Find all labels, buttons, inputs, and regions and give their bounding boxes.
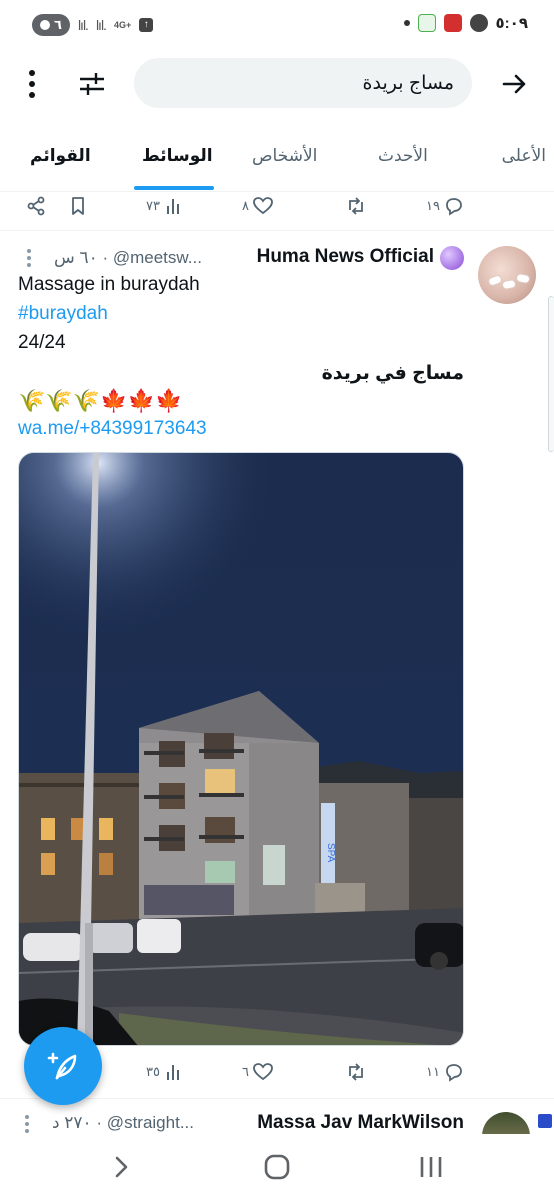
status-bar: ٦ lıl. lıl. 4G+ ↑ ٥:٠٩	[0, 0, 554, 52]
tab-top[interactable]: الأعلى	[502, 146, 546, 166]
previous-tweet-actions: ٧٣ ٨ ١٩	[0, 192, 554, 224]
tweet-emoji-line: 🌾🌾🌾🍁🍁🍁	[18, 388, 183, 413]
views-icon	[166, 199, 179, 214]
retweet-icon	[349, 1063, 363, 1081]
tweet-header: ٢٧٠ د · @straight... Massa Jav MarkWilso…	[18, 1110, 538, 1136]
avatar[interactable]	[478, 246, 536, 304]
tweet-handle-time: ٢٧٠ د · @straight...	[52, 1113, 194, 1132]
active-tab-indicator	[134, 186, 214, 190]
heart-icon	[253, 197, 273, 215]
tweet-text-line: 24/24	[18, 332, 66, 353]
share-button[interactable]	[26, 196, 46, 216]
tweet-arabic-text: مساج في بريدة	[321, 363, 464, 384]
replies-count: ١٩	[426, 198, 440, 213]
likes-count: ٨	[242, 198, 249, 213]
share-icon	[27, 196, 45, 216]
upload-icon: ↑	[139, 18, 154, 32]
status-right: ٥:٠٩	[403, 14, 528, 32]
views-button[interactable]: ٣٥	[146, 1062, 184, 1082]
messenger-icon	[469, 14, 488, 32]
replies-count: ١١	[426, 1064, 440, 1079]
reply-icon	[446, 1064, 462, 1082]
tweet-handle-time: ٦٠ س · @meetsw...	[54, 248, 202, 267]
verified-badge-icon	[440, 246, 464, 270]
tweet-text-line: Massage in buraydah	[18, 274, 200, 295]
views-icon	[166, 1065, 179, 1080]
home-nav-icon[interactable]	[260, 1150, 294, 1184]
like-button[interactable]: ٨	[242, 196, 273, 216]
system-nav-bar	[0, 1134, 554, 1200]
bookmark-icon	[72, 197, 84, 215]
likes-count: ٦	[242, 1064, 249, 1079]
tab-latest[interactable]: الأحدث	[378, 146, 428, 166]
signal-icon: lıl.	[77, 17, 89, 33]
network-type: 4G+	[113, 19, 132, 30]
retweet-icon	[349, 197, 363, 215]
tab-lists[interactable]: القوائم	[30, 146, 91, 166]
reply-button[interactable]: ١٩	[426, 196, 464, 216]
compose-feather-icon	[47, 1052, 77, 1080]
tab-media[interactable]: الوسائط	[142, 146, 213, 166]
notification-dot-icon	[403, 20, 410, 26]
notification-count-pill: ٦	[32, 14, 70, 36]
tweet-author-name[interactable]: Huma News Official	[257, 246, 434, 268]
reply-icon	[446, 198, 462, 216]
like-button[interactable]: ٦	[242, 1062, 273, 1082]
search-tabs: الأعلى الأحدث الأشخاص الوسائط القوائم	[0, 128, 554, 192]
notification-count: ٦	[54, 17, 62, 32]
filter-icon[interactable]	[78, 70, 106, 98]
tweet-author-name[interactable]: Massa Jav MarkWilson	[257, 1112, 464, 1134]
bookmark-button[interactable]	[68, 196, 88, 216]
tab-people[interactable]: الأشخاص	[252, 146, 317, 166]
tweet-header: Huma News Official ٦٠ س · @meetsw...	[18, 246, 470, 272]
retweet-button[interactable]	[346, 196, 366, 216]
back-nav-icon[interactable]	[104, 1150, 138, 1184]
views-button[interactable]: ٧٣	[146, 196, 184, 216]
app-notification-icon	[417, 14, 436, 32]
clock: ٥:٠٩	[495, 15, 528, 32]
heart-icon	[253, 1063, 273, 1081]
tweet-hashtag[interactable]: #buraydah	[18, 303, 108, 325]
signal-icon-2: lıl.	[95, 17, 107, 33]
reply-button[interactable]: ١١	[426, 1062, 464, 1082]
tweet-more-icon[interactable]	[26, 248, 32, 268]
tweet-photo[interactable]: SPA	[18, 452, 464, 1046]
views-count: ٧٣	[146, 198, 160, 213]
tweet-link[interactable]: wa.me/+84399173643	[18, 418, 207, 440]
avatar-detail	[515, 272, 531, 285]
tweet-divider	[0, 230, 554, 231]
search-input[interactable]: مساج بريدة	[134, 58, 472, 108]
pill-dot-icon	[40, 20, 50, 30]
tweet-more-icon[interactable]	[24, 1114, 30, 1134]
status-left: ٦ lıl. lıl. 4G+ ↑	[32, 14, 154, 36]
search-header: مساج بريدة	[0, 56, 554, 112]
back-arrow-icon[interactable]	[500, 70, 528, 98]
avatar-detail	[486, 273, 504, 288]
side-panel-handle[interactable]	[548, 296, 554, 452]
avatar-detail	[501, 278, 517, 291]
compose-button[interactable]	[24, 1027, 102, 1105]
flag-icon	[538, 1114, 552, 1128]
app-notification-icon-2	[443, 14, 462, 32]
recents-nav-icon[interactable]	[414, 1150, 448, 1184]
photo-sign-text: SPA	[325, 843, 336, 863]
views-count: ٣٥	[146, 1064, 160, 1079]
retweet-button[interactable]	[346, 1062, 366, 1082]
photo-scene: SPA	[19, 453, 463, 1045]
more-options-icon[interactable]	[22, 68, 42, 100]
